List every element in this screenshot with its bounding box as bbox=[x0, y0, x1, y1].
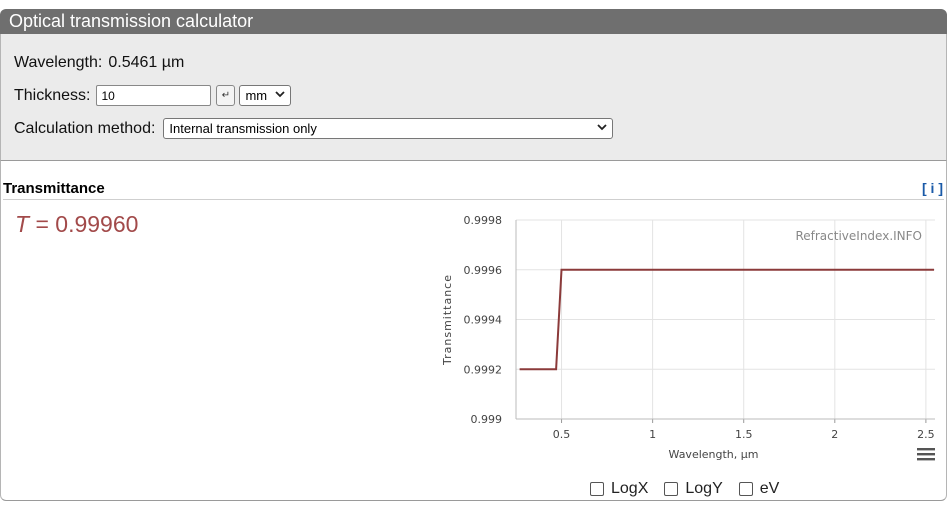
settings-panel: Wavelength: 0.5461 µm Thickness: ↵ mm Ca… bbox=[0, 34, 947, 161]
logy-toggle[interactable]: LogY bbox=[664, 480, 723, 498]
thickness-row: Thickness: ↵ mm bbox=[14, 85, 292, 106]
enter-icon: ↵ bbox=[221, 90, 231, 101]
chart-scale-toggles: LogX LogY eV bbox=[590, 480, 795, 498]
logy-checkbox[interactable] bbox=[664, 482, 679, 496]
thickness-label: Thickness: bbox=[14, 86, 91, 104]
chart-axes: 0.999 0.9992 0.9994 0.9996 0.9998 0.5 1 1.5 2 2.5 bbox=[464, 214, 935, 441]
calculator-title: Optical transmission calculator bbox=[9, 11, 254, 31]
hamburger-menu-icon bbox=[917, 448, 935, 461]
chevron-down-icon bbox=[597, 120, 608, 131]
wavelength-value: 0.5461 µm bbox=[108, 54, 185, 71]
logx-toggle[interactable]: LogX bbox=[590, 480, 648, 498]
chart-grid bbox=[516, 219, 935, 420]
transmittance-chart: 0.999 0.9992 0.9994 0.9996 0.9998 0.5 1 1.5 2 2.5… bbox=[441, 214, 935, 461]
chart-x-axis-label: Wavelength, µm bbox=[669, 448, 759, 461]
wavelength-label: Wavelength: bbox=[14, 54, 103, 71]
section-divider bbox=[3, 199, 944, 200]
ev-checkbox[interactable] bbox=[738, 482, 753, 496]
info-link[interactable]: [ i ] bbox=[922, 180, 943, 196]
chart-y-tick-label: 0.999 bbox=[471, 413, 503, 426]
thickness-unit-select[interactable]: mm bbox=[239, 85, 292, 106]
calculation-method-value: Internal transmission only bbox=[169, 121, 317, 136]
chart-menu-button[interactable] bbox=[917, 446, 935, 467]
transmittance-value: = 0.99960 bbox=[29, 211, 139, 237]
thickness-unit-value: mm bbox=[245, 88, 268, 103]
wavelength-row: Wavelength: 0.5461 µm bbox=[14, 54, 184, 72]
calculator-title-bar: Optical transmission calculator bbox=[0, 9, 947, 34]
chart-y-tick-label: 0.9994 bbox=[464, 314, 503, 327]
calculation-method-select[interactable]: Internal transmission only bbox=[163, 118, 614, 139]
chart-y-tick-label: 0.9998 bbox=[464, 214, 503, 227]
apply-thickness-button[interactable]: ↵ bbox=[216, 85, 236, 106]
chart-y-tick-label: 0.9996 bbox=[464, 264, 503, 277]
chart-x-tick-label: 0.5 bbox=[553, 428, 571, 441]
logy-label: LogY bbox=[685, 480, 723, 497]
transmittance-result: T = 0.99960 bbox=[15, 211, 138, 238]
chevron-down-icon bbox=[275, 87, 286, 98]
logx-checkbox[interactable] bbox=[590, 482, 604, 496]
thickness-input[interactable] bbox=[96, 85, 212, 106]
ev-label: eV bbox=[759, 480, 780, 497]
ev-toggle[interactable]: eV bbox=[738, 480, 780, 498]
transmittance-symbol: T bbox=[15, 211, 30, 237]
calculation-method-label: Calculation method: bbox=[14, 119, 156, 137]
chart-x-tick-label: 1 bbox=[649, 428, 656, 441]
calculation-method-row: Calculation method: Internal transmissio… bbox=[14, 118, 614, 139]
chart-y-axis-label: Transmittance bbox=[441, 274, 454, 366]
chart-x-tick-label: 1.5 bbox=[735, 428, 753, 441]
chart-watermark: RefractiveIndex.INFO bbox=[795, 229, 922, 243]
chart-x-tick-label: 2.5 bbox=[917, 428, 935, 441]
transmittance-section-title: Transmittance bbox=[3, 180, 105, 197]
chart-y-tick-label: 0.9992 bbox=[464, 363, 503, 376]
chart-x-tick-label: 2 bbox=[831, 428, 838, 441]
logx-label: LogX bbox=[611, 480, 649, 497]
